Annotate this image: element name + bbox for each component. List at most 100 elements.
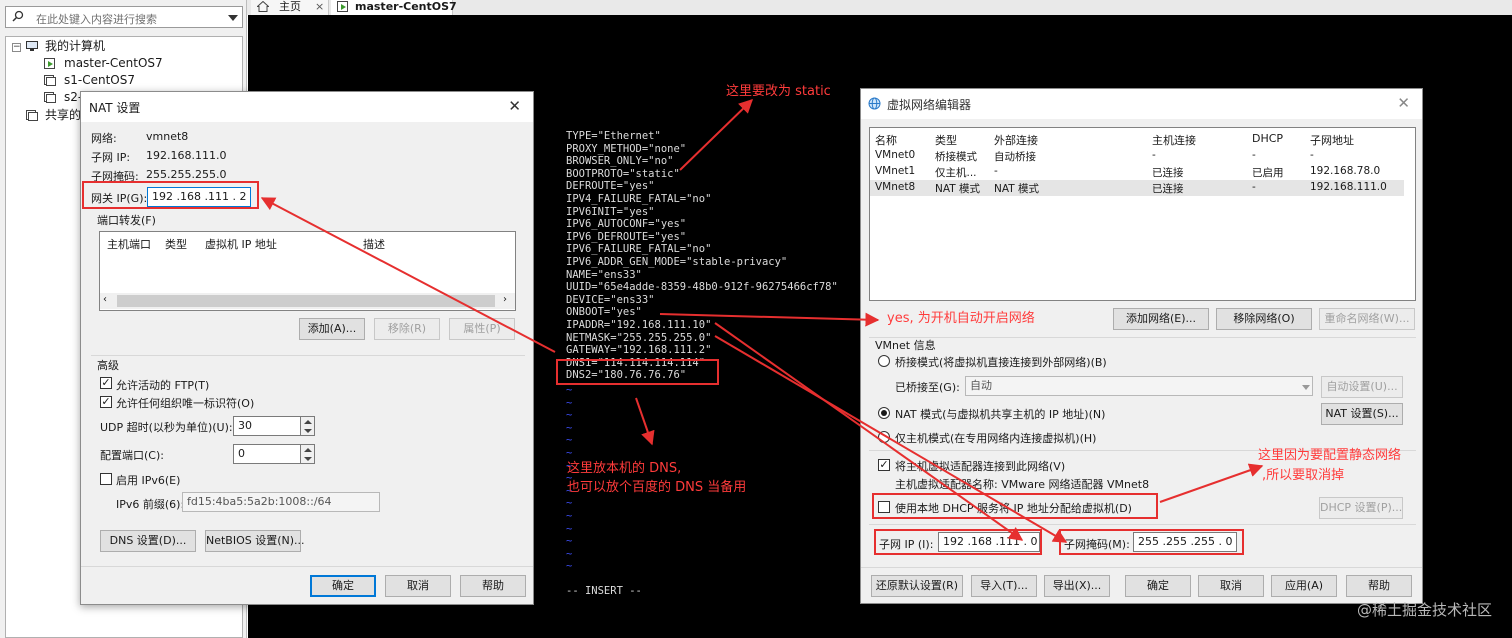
column-header[interactable]: 外部连接: [994, 132, 1038, 148]
terminal-line: GATEWAY="192.168.111.2": [566, 344, 712, 357]
close-icon[interactable]: ×: [315, 0, 324, 13]
network-table[interactable]: 名称 类型 外部连接 主机连接 DHCP 子网地址 VMnet0 桥接模式 自动…: [869, 127, 1416, 301]
vm-running-icon: [337, 1, 348, 12]
chevron-right-icon[interactable]: ›: [503, 294, 507, 305]
vim-tilde: ~: [566, 421, 573, 434]
port-properties-button[interactable]: 属性(P): [449, 318, 515, 340]
close-icon[interactable]: ✕: [508, 97, 521, 115]
dhcp-settings-button[interactable]: DHCP 设置(P)...: [1319, 497, 1403, 519]
highlight-subnet-mask: [1059, 529, 1244, 555]
terminal-line: BROWSER_ONLY="no": [566, 155, 674, 168]
column-header[interactable]: 主机连接: [1152, 132, 1196, 148]
vim-tilde: ~: [566, 497, 573, 510]
help-button[interactable]: 帮助: [1346, 575, 1412, 597]
ipv6-prefix-input[interactable]: fd15:4ba5:5a2b:1008::/64: [182, 492, 380, 512]
terminal-text: TYPE="Ethernet" PROXY_METHOD="none" BROWSE…: [566, 130, 838, 382]
nat-mode-radio[interactable]: [878, 407, 890, 419]
dialog-titlebar: NAT 设置 ✕: [81, 92, 533, 122]
highlight-gateway: [82, 181, 259, 209]
column-header[interactable]: 类型: [165, 236, 187, 252]
nat-settings-dialog: NAT 设置 ✕ 网络: vmnet8 子网 IP: 192.168.111.0…: [80, 91, 534, 605]
network-value: vmnet8: [146, 130, 189, 143]
allow-ftp-checkbox[interactable]: ✓: [100, 377, 112, 389]
column-header[interactable]: 虚拟机 IP 地址: [205, 236, 277, 252]
auto-settings-button[interactable]: 自动设置(U)...: [1321, 376, 1403, 398]
help-button[interactable]: 帮助: [460, 575, 526, 597]
column-header[interactable]: 描述: [363, 236, 385, 252]
remove-network-button[interactable]: 移除网络(O): [1216, 308, 1312, 330]
bridged-to-select[interactable]: 自动: [965, 376, 1313, 396]
export-button[interactable]: 导出(X)...: [1044, 575, 1110, 597]
divider: [861, 567, 1422, 568]
note-dns-1: 这里放本机的 DNS,: [567, 461, 682, 476]
netbios-settings-button[interactable]: NetBIOS 设置(N)...: [205, 530, 305, 552]
import-button[interactable]: 导入(T)...: [971, 575, 1037, 597]
search-icon: [12, 10, 24, 22]
search-placeholder: 在此处键入内容进行搜索: [36, 13, 157, 26]
vm-icon: [44, 92, 56, 103]
host-only-label: 仅主机模式(在专用网络内连接虚拟机)(H): [895, 432, 1097, 445]
chevron-left-icon[interactable]: ‹: [103, 294, 107, 305]
apply-button[interactable]: 应用(A): [1271, 575, 1337, 597]
udp-timeout-stepper[interactable]: [301, 416, 315, 436]
table-row[interactable]: VMnet1 仅主机... - 已连接 已启用 192.168.78.0: [870, 164, 1415, 180]
note-onboot: yes, 为开机自动开启网络: [887, 311, 1035, 326]
horizontal-scrollbar[interactable]: ‹ ›: [100, 293, 515, 309]
ipv6-prefix-label: IPv6 前缀(6):: [116, 498, 185, 511]
vm-running-icon: [44, 58, 55, 69]
dialog-title: 虚拟网络编辑器: [887, 98, 972, 112]
ok-button[interactable]: 确定: [310, 575, 376, 597]
rename-network-button[interactable]: 重命名网络(W)...: [1319, 308, 1415, 330]
vim-tilde: ~: [566, 547, 573, 560]
config-port-stepper[interactable]: [301, 444, 315, 464]
adapter-name-text: 主机虚拟适配器名称: VMware 网络适配器 VMnet8: [895, 478, 1150, 491]
watermark: @稀土掘金技术社区: [1356, 601, 1492, 619]
config-port-input[interactable]: 0: [233, 444, 301, 464]
ok-button[interactable]: 确定: [1125, 575, 1191, 597]
close-icon[interactable]: ✕: [1397, 94, 1410, 112]
host-only-radio[interactable]: [878, 431, 890, 443]
remove-port-button[interactable]: 移除(R): [374, 318, 440, 340]
dns-settings-button[interactable]: DNS 设置(D)...: [100, 530, 196, 552]
column-header[interactable]: 类型: [935, 132, 957, 148]
nat-settings-button[interactable]: NAT 设置(S)...: [1321, 403, 1403, 425]
column-header[interactable]: 子网地址: [1310, 132, 1354, 148]
subnet-ip-value: 192.168.111.0: [146, 149, 227, 162]
add-port-button[interactable]: 添加(A)...: [299, 318, 365, 340]
port-forward-list[interactable]: 主机端口 类型 虚拟机 IP 地址 描述 ‹ ›: [99, 231, 516, 311]
cancel-button[interactable]: 取消: [385, 575, 451, 597]
scrollbar-thumb[interactable]: [117, 295, 495, 307]
column-header[interactable]: 名称: [875, 132, 897, 148]
network-label: 网络:: [91, 132, 117, 145]
restore-defaults-button[interactable]: 还原默认设置(R): [871, 575, 963, 597]
enable-ipv6-checkbox[interactable]: [100, 473, 112, 485]
terminal-line: PROXY_METHOD="none": [566, 142, 687, 155]
allow-oui-checkbox[interactable]: ✓: [100, 396, 112, 408]
collapse-icon[interactable]: −: [12, 43, 21, 52]
udp-timeout-input[interactable]: 30: [233, 416, 301, 436]
chevron-down-icon[interactable]: [1302, 385, 1310, 390]
bridge-mode-radio[interactable]: [878, 355, 890, 367]
cancel-button[interactable]: 取消: [1198, 575, 1264, 597]
divider: [81, 566, 533, 567]
table-row-selected[interactable]: VMnet8 NAT 模式 NAT 模式 已连接 - 192.168.111.0: [870, 180, 1404, 196]
tab-home[interactable]: 主页 ×: [251, 0, 329, 15]
note-dns-2: 也可以放个百度的 DNS 当备用: [567, 480, 747, 495]
home-icon: [257, 1, 269, 12]
terminal-line: NAME="ens33": [566, 268, 642, 281]
highlight-subnet-ip: [874, 529, 1042, 555]
terminal-line: IPV6INIT="yes": [566, 205, 655, 218]
vim-tilde: ~: [566, 409, 573, 422]
library-search-input[interactable]: 在此处键入内容进行搜索: [5, 6, 243, 28]
column-header[interactable]: 主机端口: [107, 236, 151, 252]
nat-mode-label: NAT 模式(与虚拟机共享主机的 IP 地址)(N): [895, 408, 1106, 421]
column-header[interactable]: DHCP: [1252, 132, 1283, 145]
udp-timeout-label: UDP 超时(以秒为单位)(U):: [100, 421, 233, 434]
chevron-down-icon[interactable]: [228, 15, 238, 21]
table-row[interactable]: VMnet0 桥接模式 自动桥接 - - -: [870, 148, 1415, 164]
tab-master-centos7[interactable]: master-CentOS7: [331, 0, 457, 15]
bridge-mode-label: 桥接模式(将虚拟机直接连接到外部网络)(B): [895, 356, 1107, 369]
vim-tilde: ~: [566, 522, 573, 535]
connect-adapter-checkbox[interactable]: ✓: [878, 459, 890, 471]
add-network-button[interactable]: 添加网络(E)...: [1113, 308, 1209, 330]
